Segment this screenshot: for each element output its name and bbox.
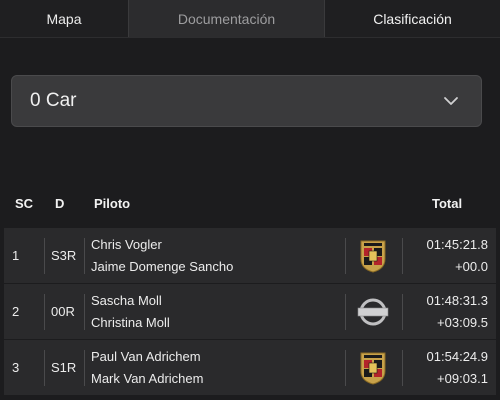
tab-mapa[interactable]: Mapa [0,0,129,38]
row-driver-2: Mark Van Adrichem [91,371,204,386]
divider [402,350,403,386]
row-total-time: 01:48:31.3 [426,293,488,308]
tab-documentacion[interactable]: Documentación [129,0,325,38]
row-gap: +09:03.1 [437,371,488,386]
row-class: S3R [51,248,77,263]
divider [44,350,45,386]
divider [44,294,45,330]
row-class: 00R [51,304,75,319]
nissan-logo-icon [357,298,389,326]
tab-bar: Mapa Documentación Clasificación [0,0,500,38]
row-position: 2 [12,304,20,319]
porsche-logo-icon [360,240,386,273]
divider [84,294,85,330]
row-total-time: 01:54:24.9 [426,349,488,364]
header-sc: SC [15,196,34,211]
divider [345,238,346,274]
divider [345,350,346,386]
row-position: 1 [12,248,20,263]
row-driver-1: Chris Vogler [91,237,162,252]
row-position: 3 [12,360,20,375]
table-row[interactable]: 1 S3R Chris Vogler Jaime Domenge Sancho … [4,228,496,283]
class-filter-dropdown[interactable]: 0 Car [11,75,482,127]
row-driver-1: Sascha Moll [91,293,162,308]
header-d: D [55,196,65,211]
divider [84,350,85,386]
tab-clasificacion[interactable]: Clasificación [325,0,500,38]
table-row[interactable]: 3 S1R Paul Van Adrichem Mark Van Adriche… [4,340,496,395]
row-driver-2: Jaime Domenge Sancho [91,259,234,274]
row-gap: +00.0 [455,259,488,274]
row-class: S1R [51,360,77,375]
porsche-logo-icon [360,352,386,385]
row-driver-1: Paul Van Adrichem [91,349,201,364]
divider [402,238,403,274]
classification-table: SC D Piloto Total 1 S3R Chris Vogler Jai… [4,181,496,400]
divider [345,294,346,330]
row-gap: +03:09.5 [437,315,488,330]
divider [402,294,403,330]
tab-divider [0,37,500,38]
row-total-time: 01:45:21.8 [426,237,488,252]
header-piloto: Piloto [94,196,131,211]
row-driver-2: Christina Moll [91,315,170,330]
divider [84,238,85,274]
divider [44,238,45,274]
header-total[interactable]: Total [432,196,462,211]
table-header: SC D Piloto Total [4,181,496,226]
table-row[interactable]: 2 00R Sascha Moll Christina Moll 01:48:3… [4,284,496,339]
class-filter-value: 0 Car [30,90,77,111]
chevron-down-icon [444,97,458,105]
